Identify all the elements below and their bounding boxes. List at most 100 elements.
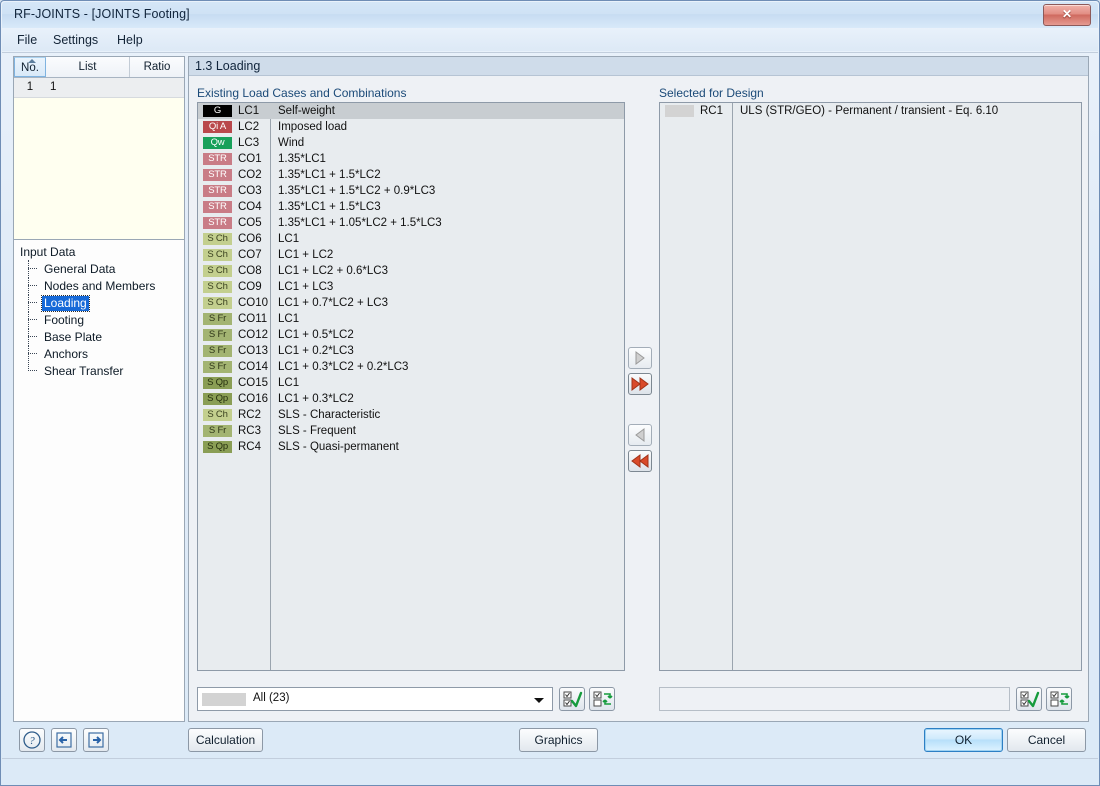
cancel-button[interactable]: Cancel [1007,728,1086,752]
load-case-type-badge: S Ch [203,409,232,421]
list-item[interactable]: STR CO5 1.35*LC1 + 1.05*LC2 + 1.5*LC3 [198,215,624,231]
tree-root-input-data[interactable]: Input Data [18,244,184,261]
list-item[interactable]: S Ch RC2 SLS - Characteristic [198,407,624,423]
move-left-button[interactable] [628,424,652,446]
tree-connector-dash [28,370,37,372]
load-case-type-badge: STR [203,201,232,213]
load-case-type-badge: S Ch [203,249,232,261]
list-item[interactable]: STR CO1 1.35*LC1 [198,151,624,167]
move-right-button[interactable] [628,347,652,369]
tree-item-general-data[interactable]: General Data [18,260,184,278]
tree-item-loading[interactable]: Loading [18,294,184,312]
help-button[interactable]: ? [19,728,45,752]
move-all-left-button[interactable] [628,450,652,472]
tree-item-shear-transfer[interactable]: Shear Transfer [18,362,184,380]
load-case-description: LC1 [278,377,300,389]
list-item[interactable]: S Qp CO15 LC1 [198,375,624,391]
load-case-type-badge: S Ch [203,297,232,309]
selected-for-design-title: Selected for Design [659,86,764,100]
menu-item-settings[interactable]: Settings [46,32,105,48]
select-all-button[interactable] [559,687,585,711]
load-case-code: LC3 [238,137,260,149]
list-item[interactable]: S Fr CO11 LC1 [198,311,624,327]
list-item[interactable]: Qi A LC2 Imposed load [198,119,624,135]
filter-combobox[interactable]: All (23) [197,687,553,711]
load-case-type-badge: S Fr [203,329,232,341]
navigation-tree: Input Data General Data Nodes and Members… [13,239,185,722]
tree-connector-dash [28,268,37,270]
list-item[interactable]: RC1 ULS (STR/GEO) - Permanent / transient… [660,103,1081,119]
selected-for-design-group: Selected for Design RC1 ULS (STR/GEO) - P… [659,86,1082,711]
cell-no: 1 [26,81,34,93]
list-item[interactable]: S Ch CO7 LC1 + LC2 [198,247,624,263]
close-button[interactable]: ✕ [1043,4,1091,26]
list-item[interactable]: S Fr CO13 LC1 + 0.2*LC3 [198,343,624,359]
tree-item-nodes-and-members[interactable]: Nodes and Members [18,277,184,295]
calculation-button[interactable]: Calculation [188,728,263,752]
column-header-ratio[interactable]: Ratio [130,57,184,77]
load-case-code: CO9 [238,281,262,293]
list-item[interactable]: STR CO4 1.35*LC1 + 1.5*LC3 [198,199,624,215]
list-item[interactable]: S Qp RC4 SLS - Quasi-permanent [198,439,624,455]
column-header-list[interactable]: List [46,57,130,77]
list-item[interactable]: STR CO3 1.35*LC1 + 1.5*LC2 + 0.9*LC3 [198,183,624,199]
ok-button[interactable]: OK [924,728,1003,752]
list-item[interactable]: S Fr CO12 LC1 + 0.5*LC2 [198,327,624,343]
list-item[interactable]: S Qp CO16 LC1 + 0.3*LC2 [198,391,624,407]
check-all-icon [1020,691,1040,708]
load-case-description: LC1 + LC2 + 0.6*LC3 [278,265,388,277]
selected-for-design-list[interactable]: RC1 ULS (STR/GEO) - Permanent / transient… [659,102,1082,671]
load-case-code: CO11 [238,313,268,325]
invert-selection-button[interactable] [589,687,615,711]
list-item[interactable]: Qw LC3 Wind [198,135,624,151]
tree-item-label: Nodes and Members [44,279,156,293]
invert-selection-icon [593,691,613,707]
next-button[interactable] [83,728,109,752]
load-case-description: 1.35*LC1 + 1.5*LC2 [278,169,381,181]
load-case-type-badge: S Ch [203,281,232,293]
load-case-type-badge: Qw [203,137,232,149]
list-item[interactable]: S Ch CO8 LC1 + LC2 + 0.6*LC3 [198,263,624,279]
load-case-description: LC1 [278,233,300,245]
list-item[interactable]: S Fr CO14 LC1 + 0.3*LC2 + 0.2*LC3 [198,359,624,375]
selected-invert-selection-button[interactable] [1046,687,1072,711]
list-item[interactable]: S Ch CO10 LC1 + 0.7*LC2 + LC3 [198,295,624,311]
graphics-button[interactable]: Graphics [519,728,598,752]
tree-item-base-plate[interactable]: Base Plate [18,328,184,346]
menu-item-file[interactable]: File [10,32,44,48]
title-bar: RF-JOINTS - [JOINTS Footing] ✕ [2,2,1098,28]
list-item[interactable]: S Fr RC3 SLS - Frequent [198,423,624,439]
menu-item-help[interactable]: Help [110,32,150,48]
tree-item-anchors[interactable]: Anchors [18,345,184,363]
cell-list: 1 [50,81,57,93]
list-item[interactable]: S Ch CO6 LC1 [198,231,624,247]
existing-load-cases-list[interactable]: G LC1 Self-weight Qi A LC2 Imposed load Qw LC3 W… [197,102,625,671]
list-item[interactable]: STR CO2 1.35*LC1 + 1.5*LC2 [198,167,624,183]
load-case-description: Imposed load [278,121,348,133]
previous-button[interactable] [51,728,77,752]
load-case-type-badge: S Fr [203,313,232,325]
next-icon [88,732,104,748]
list-item[interactable]: S Ch CO9 LC1 + LC3 [198,279,624,295]
load-case-description: Self-weight [278,105,335,117]
tree-item-footing[interactable]: Footing [18,311,184,329]
tree-connector-dash [28,353,37,355]
list-item[interactable]: G LC1 Self-weight [198,103,624,119]
load-case-description: SLS - Characteristic [278,409,381,421]
load-case-type-badge: G [203,105,232,117]
selected-select-all-button[interactable] [1016,687,1042,711]
load-case-description: LC1 + 0.2*LC3 [278,345,354,357]
tree-item-label: Footing [44,313,85,327]
close-icon: ✕ [1061,7,1073,21]
load-case-code: CO13 [238,345,269,357]
load-case-code: LC2 [238,121,260,133]
arrow-left-icon [635,428,645,442]
load-case-code: CO15 [238,377,269,389]
column-header-no[interactable]: No. [14,57,46,77]
table-row[interactable]: 1 1 [14,78,184,98]
move-all-right-button[interactable] [628,373,652,395]
load-case-type-badge: S Qp [203,393,232,405]
load-case-code: RC4 [238,441,262,453]
load-case-code: CO8 [238,265,262,277]
load-case-description: LC1 [278,313,300,325]
